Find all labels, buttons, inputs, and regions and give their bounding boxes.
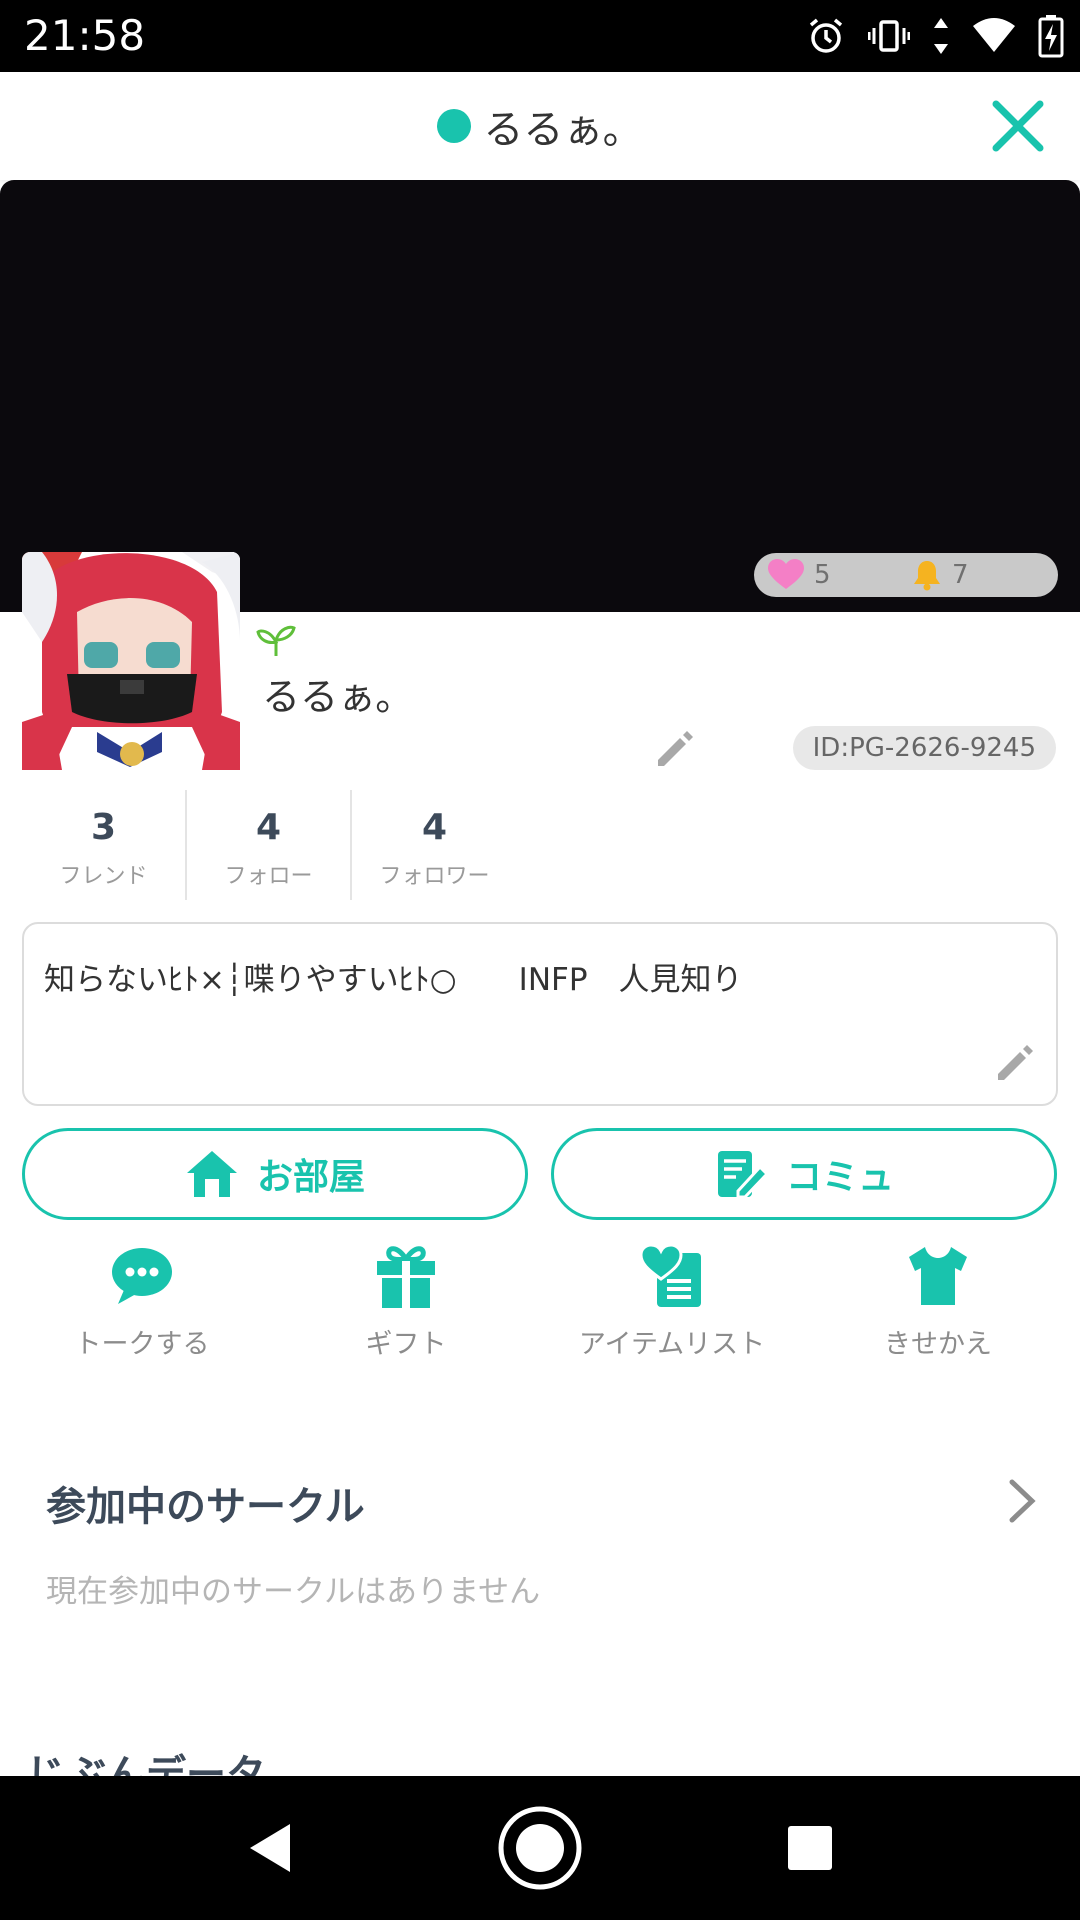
chevron-right-icon[interactable] — [1008, 1478, 1036, 1524]
stat-friends[interactable]: 3 フレンド — [22, 790, 187, 900]
item-list-icon — [639, 1243, 701, 1307]
room-button-label: お部屋 — [256, 1157, 365, 1198]
battery-charging-icon — [1038, 15, 1064, 58]
stat-followers[interactable]: 4 フォロワー — [352, 790, 517, 900]
edit-bio-pencil-icon[interactable] — [992, 1042, 1036, 1086]
wifi-icon — [973, 18, 1015, 52]
close-icon[interactable] — [990, 98, 1046, 154]
status-bar: 21:58 — [0, 0, 1080, 72]
stat-following[interactable]: 4 フォロー — [187, 790, 352, 900]
talk-action[interactable]: トークする — [12, 1240, 272, 1361]
room-button[interactable]: お部屋 — [22, 1128, 528, 1220]
tshirt-icon — [909, 1247, 967, 1305]
profile-name: るるぁ。 — [262, 675, 414, 719]
cover-image: 5 7 — [0, 180, 1080, 612]
bell-icon — [914, 561, 940, 591]
like-count-value: 5 — [814, 560, 831, 590]
circles-empty-text: 現在参加中のサークルはありません — [46, 1574, 541, 1610]
data-arrows-icon — [934, 18, 948, 54]
house-icon — [186, 1151, 237, 1197]
profile-screen: 21:58 るるぁ。 5 7 るるぁ。 ID:PG-2626-9245 3 フレ… — [0, 0, 1080, 1920]
dressup-action-label: きせかえ — [884, 1329, 992, 1360]
header-title-wrap: るるぁ。 — [0, 72, 1080, 180]
item-list-action[interactable]: アイテムリスト — [542, 1240, 802, 1361]
gift-icon — [377, 1246, 435, 1308]
sprout-icon — [256, 625, 296, 656]
stat-followers-value: 4 — [421, 807, 448, 848]
dressup-action[interactable]: きせかえ — [808, 1240, 1068, 1361]
vibrate-icon — [868, 20, 910, 52]
action-row: トークする ギフト アイテムリスト きせかえ — [0, 1240, 1080, 1360]
talk-action-label: トークする — [74, 1329, 210, 1360]
bio-text: 知らないﾋﾄ×┆喋りやすいﾋﾄ○ INFP 人見知り — [44, 962, 743, 998]
online-status-dot — [437, 109, 472, 143]
stat-following-value: 4 — [255, 807, 282, 848]
nav-back-button[interactable] — [220, 1776, 320, 1920]
stat-following-label: フォロー — [224, 864, 313, 889]
status-time: 21:58 — [24, 11, 146, 60]
commu-button[interactable]: コミュ — [551, 1128, 1057, 1220]
nav-recents-button[interactable] — [760, 1776, 860, 1920]
gift-action[interactable]: ギフト — [276, 1240, 536, 1361]
avatar-illustration — [22, 552, 240, 770]
item-list-action-label: アイテムリスト — [578, 1329, 766, 1360]
note-edit-icon — [717, 1151, 768, 1199]
bio-box: 知らないﾋﾄ×┆喋りやすいﾋﾄ○ INFP 人見知り — [22, 922, 1058, 1106]
nav-home-button[interactable] — [490, 1776, 590, 1920]
stats-row: 3 フレンド 4 フォロー 4 フォロワー — [22, 790, 517, 900]
system-nav-bar — [0, 1776, 1080, 1920]
bell-count[interactable]: 7 — [912, 559, 969, 591]
heart-icon — [768, 559, 804, 589]
edit-name-pencil-icon[interactable] — [652, 728, 696, 772]
alarm-icon — [809, 18, 843, 53]
avatar[interactable] — [22, 552, 240, 770]
header-title: るるぁ。 — [483, 107, 643, 153]
profile-header: るるぁ。 — [0, 72, 1080, 180]
stat-friends-label: フレンド — [59, 864, 148, 889]
user-id-badge: ID:PG-2626-9245 — [792, 726, 1056, 770]
gift-action-label: ギフト — [365, 1329, 447, 1360]
home-circle-icon — [498, 1806, 582, 1890]
status-icons — [806, 12, 1064, 60]
commu-button-label: コミュ — [785, 1157, 894, 1198]
stat-friends-value: 3 — [90, 807, 117, 848]
like-count[interactable]: 5 — [768, 559, 831, 591]
bell-count-value: 7 — [952, 560, 969, 590]
reaction-counts: 5 7 — [754, 553, 1058, 597]
chat-bubble-icon — [112, 1248, 172, 1304]
circles-section-title: 参加中のサークル — [46, 1484, 365, 1530]
stat-followers-label: フォロワー — [379, 864, 490, 889]
back-triangle-icon — [250, 1824, 290, 1872]
recents-square-icon — [788, 1826, 832, 1870]
